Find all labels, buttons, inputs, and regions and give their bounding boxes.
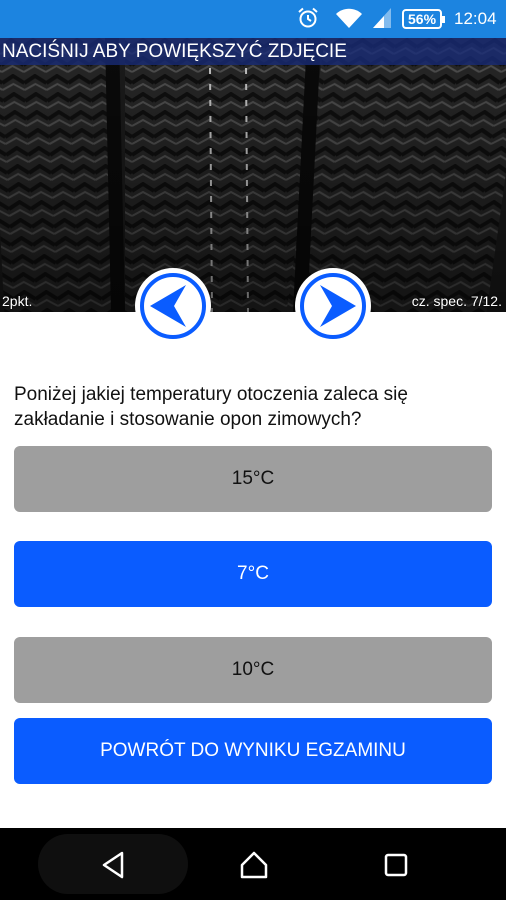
question-text: Poniżej jakiej temperatury otoczenia zal… — [14, 384, 408, 430]
system-navigation-bar — [0, 828, 506, 900]
signal-icon — [373, 8, 391, 28]
battery-indicator: 56% — [402, 9, 446, 29]
wifi-icon — [336, 8, 362, 28]
back-to-exam-result-button[interactable]: POWRÓT DO WYNIKU EGZAMINU — [14, 718, 492, 784]
answer-option-2[interactable]: 7°C — [14, 541, 492, 607]
question-progress-label: cz. spec. 7/12. — [411, 293, 502, 309]
tire-photo-image — [0, 38, 506, 312]
answer-option-3[interactable]: 10°C — [14, 637, 492, 703]
clock: 12:04 — [454, 9, 497, 28]
alarm-icon — [298, 7, 318, 28]
answer-option-1[interactable]: 15°C — [14, 446, 492, 512]
points-label: 2pkt. — [2, 293, 33, 309]
enlarge-photo-banner[interactable]: NACIŚNIJ ABY POWIĘKSZYĆ ZDJĘCIE — [0, 38, 506, 65]
question-photo[interactable]: NACIŚNIJ ABY POWIĘKSZYĆ ZDJĘCIE 2pkt. cz… — [0, 38, 506, 312]
status-bar: 56% 12:04 — [0, 0, 506, 38]
previous-question-button[interactable] — [133, 266, 213, 346]
recent-apps-icon[interactable] — [379, 848, 413, 882]
next-question-button[interactable] — [293, 266, 373, 346]
home-icon[interactable] — [237, 848, 271, 882]
back-icon[interactable] — [96, 848, 130, 882]
